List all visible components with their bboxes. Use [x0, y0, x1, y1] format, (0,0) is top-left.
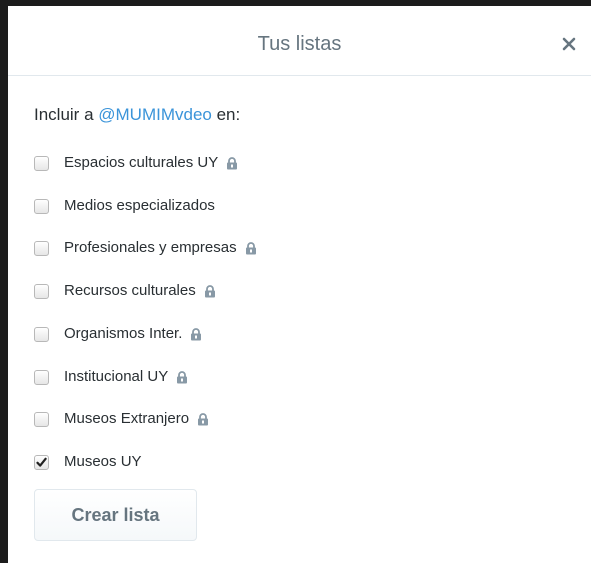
close-icon	[562, 37, 576, 51]
list-item[interactable]: Institucional UY	[34, 367, 188, 387]
lock-icon	[245, 241, 256, 254]
include-suffix: en:	[211, 105, 241, 124]
lock-icon	[191, 327, 202, 340]
list-checkbox[interactable]	[34, 155, 49, 171]
list-item-label: Recursos culturales	[64, 282, 196, 299]
lists-dialog: Tus listas Incluir a @MUMIMvdeo en: Espa…	[8, 6, 591, 563]
lock-icon	[198, 412, 209, 425]
list-item[interactable]: Museos UY	[34, 452, 142, 472]
list-item[interactable]: Medios especializados	[34, 196, 215, 216]
include-prefix: Incluir a	[34, 105, 99, 124]
list-item-label: Museos Extranjero	[64, 410, 190, 427]
create-list-button[interactable]: Crear lista	[34, 489, 197, 541]
user-handle-link[interactable]: @MUMIMvdeo	[98, 105, 212, 124]
lock-icon	[227, 156, 238, 169]
list-checkbox[interactable]	[34, 454, 49, 470]
list-item-label: Organismos Inter.	[64, 325, 183, 342]
page: Tus listas Incluir a @MUMIMvdeo en: Espa…	[0, 0, 591, 563]
list-item[interactable]: Profesionales y empresas	[34, 238, 257, 258]
list-item-label: Museos UY	[64, 453, 142, 470]
list-checkbox[interactable]	[34, 411, 49, 427]
list-item-label: Institucional UY	[64, 368, 169, 385]
dialog-title: Tus listas	[257, 33, 342, 55]
list-checkbox[interactable]	[34, 198, 49, 214]
include-heading: Incluir a @MUMIMvdeo en:	[34, 105, 240, 125]
list-item[interactable]: Organismos Inter.	[34, 324, 202, 344]
list-item-label: Profesionales y empresas	[64, 239, 237, 256]
list-checkbox[interactable]	[34, 283, 49, 299]
background-edge-left	[0, 0, 8, 563]
list-item[interactable]: Recursos culturales	[34, 281, 216, 301]
lock-icon	[204, 284, 215, 297]
list-checkbox[interactable]	[34, 326, 49, 342]
lock-icon	[177, 370, 188, 383]
dialog-header: Tus listas	[8, 6, 591, 76]
list-item-label: Espacios culturales UY	[64, 154, 219, 171]
close-button[interactable]	[558, 33, 580, 55]
list-checkbox[interactable]	[34, 369, 49, 385]
list-item[interactable]: Espacios culturales UY	[34, 153, 238, 173]
checkmark-icon	[36, 457, 47, 467]
list-item-label: Medios especializados	[64, 197, 215, 214]
list-item[interactable]: Museos Extranjero	[34, 409, 209, 429]
list-checkbox[interactable]	[34, 240, 49, 256]
